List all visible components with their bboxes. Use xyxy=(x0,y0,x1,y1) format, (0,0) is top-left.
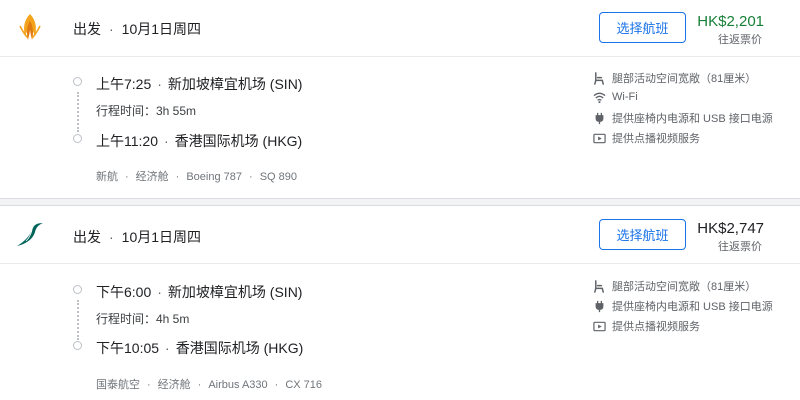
flight-card-header: 出发 · 10月1日周四 选择航班 HK$2,201 往返票价 xyxy=(0,0,800,56)
arrival-leg: 上午11:20 · 香港国际机场 (HKG) xyxy=(96,131,302,151)
wifi-icon xyxy=(592,90,606,104)
amenity-label: 提供点播视频服务 xyxy=(612,133,700,145)
amenity-video: 提供点播视频服务 xyxy=(592,318,700,334)
amenity-wifi: Wi-Fi xyxy=(592,90,638,104)
price-type-label: 往返票价 xyxy=(718,241,762,253)
flight-duration: 行程时间：4h 5m xyxy=(96,312,190,326)
arrival-time: 上午11:20 xyxy=(96,133,158,149)
divider xyxy=(0,263,800,264)
aircraft-type: Airbus A330 xyxy=(208,379,268,391)
power-plug-icon xyxy=(592,299,606,313)
flight-date: 10月1日周四 xyxy=(121,229,202,245)
separator-dot: · xyxy=(274,379,279,391)
flight-header-title: 出发 · 10月1日周四 xyxy=(73,227,201,247)
direction-label: 出发 xyxy=(73,21,101,37)
cabin-class: 经济舱 xyxy=(157,379,191,391)
airline-name: 国泰航空 xyxy=(96,379,140,391)
flight-date: 10月1日周四 xyxy=(121,21,202,37)
amenity-power: 提供座椅内电源和 USB 接口电源 xyxy=(592,298,773,314)
separator-dot: · xyxy=(164,133,169,149)
cathay-pacific-logo xyxy=(14,219,46,251)
separator-dot: · xyxy=(249,171,253,183)
card-separator xyxy=(0,198,800,206)
seat-icon xyxy=(592,71,606,85)
separator-dot: · xyxy=(125,171,129,183)
departure-leg: 上午7:25 · 新加坡樟宜机场 (SIN) xyxy=(96,74,302,94)
amenity-label: 腿部活动空间宽敞（81厘米） xyxy=(612,73,757,85)
separator-dot: · xyxy=(147,379,151,391)
select-flight-button[interactable]: 选择航班 xyxy=(599,219,686,250)
separator-dot: · xyxy=(157,76,162,92)
arrival-marker xyxy=(73,341,82,350)
flight-price: HK$2,201 xyxy=(697,13,764,30)
amenity-legroom: 腿部活动空间宽敞（81厘米） xyxy=(592,278,756,294)
amenity-label: 提供座椅内电源和 USB 接口电源 xyxy=(612,113,773,125)
seat-icon xyxy=(592,279,606,293)
singapore-airlines-logo xyxy=(14,12,46,44)
amenity-video: 提供点播视频服务 xyxy=(592,130,700,146)
flight-header-title: 出发 · 10月1日周四 xyxy=(73,19,201,39)
amenity-label: Wi-Fi xyxy=(612,91,638,103)
divider xyxy=(0,56,800,57)
video-icon xyxy=(592,319,606,333)
separator-dot: · xyxy=(109,229,114,245)
flight-duration: 行程时间：3h 55m xyxy=(96,104,197,118)
amenity-label: 提供座椅内电源和 USB 接口电源 xyxy=(612,301,773,313)
separator-dot: · xyxy=(175,171,180,183)
video-icon xyxy=(592,131,606,145)
departure-time: 下午6:00 xyxy=(96,284,152,300)
departure-marker xyxy=(73,77,82,86)
departure-time: 上午7:25 xyxy=(96,76,152,92)
separator-dot: · xyxy=(109,21,114,37)
arrival-leg: 下午10:05 · 香港国际机场 (HKG) xyxy=(96,338,303,358)
amenity-label: 腿部活动空间宽敞（81厘米） xyxy=(612,281,757,293)
separator-dot: · xyxy=(197,379,202,391)
flight-card-header: 出发 · 10月1日周四 选择航班 HK$2,747 往返票价 xyxy=(0,207,800,263)
direction-label: 出发 xyxy=(73,229,101,245)
amenity-legroom: 腿部活动空间宽敞（81厘米） xyxy=(592,70,756,86)
flight-number: CX 716 xyxy=(285,379,323,391)
airline-name: 新航 xyxy=(96,171,118,183)
cabin-class: 经济舱 xyxy=(135,171,169,183)
departure-airport: 新加坡樟宜机场 (SIN) xyxy=(167,284,303,300)
arrival-time: 下午10:05 xyxy=(96,340,160,356)
flight-meta: 新航 · 经济舱 · Boeing 787 · SQ 890 xyxy=(96,168,297,184)
flight-meta: 国泰航空 · 经济舱 · Airbus A330 · CX 716 xyxy=(96,376,322,392)
separator-dot: · xyxy=(157,284,162,300)
flight-price: HK$2,747 xyxy=(697,220,764,237)
arrival-marker xyxy=(73,134,82,143)
departure-marker xyxy=(73,285,82,294)
aircraft-type: Boeing 787 xyxy=(186,171,243,183)
timeline-dots xyxy=(77,300,79,340)
price-type-label: 往返票价 xyxy=(718,34,762,46)
flight-number: SQ 890 xyxy=(259,171,297,183)
timeline-dots xyxy=(77,92,79,132)
select-flight-button[interactable]: 选择航班 xyxy=(599,12,686,43)
departure-leg: 下午6:00 · 新加坡樟宜机场 (SIN) xyxy=(96,282,302,302)
amenity-label: 提供点播视频服务 xyxy=(612,321,700,333)
arrival-airport: 香港国际机场 (HKG) xyxy=(174,133,303,149)
departure-airport: 新加坡樟宜机场 (SIN) xyxy=(167,76,303,92)
arrival-airport: 香港国际机场 (HKG) xyxy=(175,340,304,356)
power-plug-icon xyxy=(592,111,606,125)
separator-dot: · xyxy=(165,340,170,356)
amenity-power: 提供座椅内电源和 USB 接口电源 xyxy=(592,110,773,126)
